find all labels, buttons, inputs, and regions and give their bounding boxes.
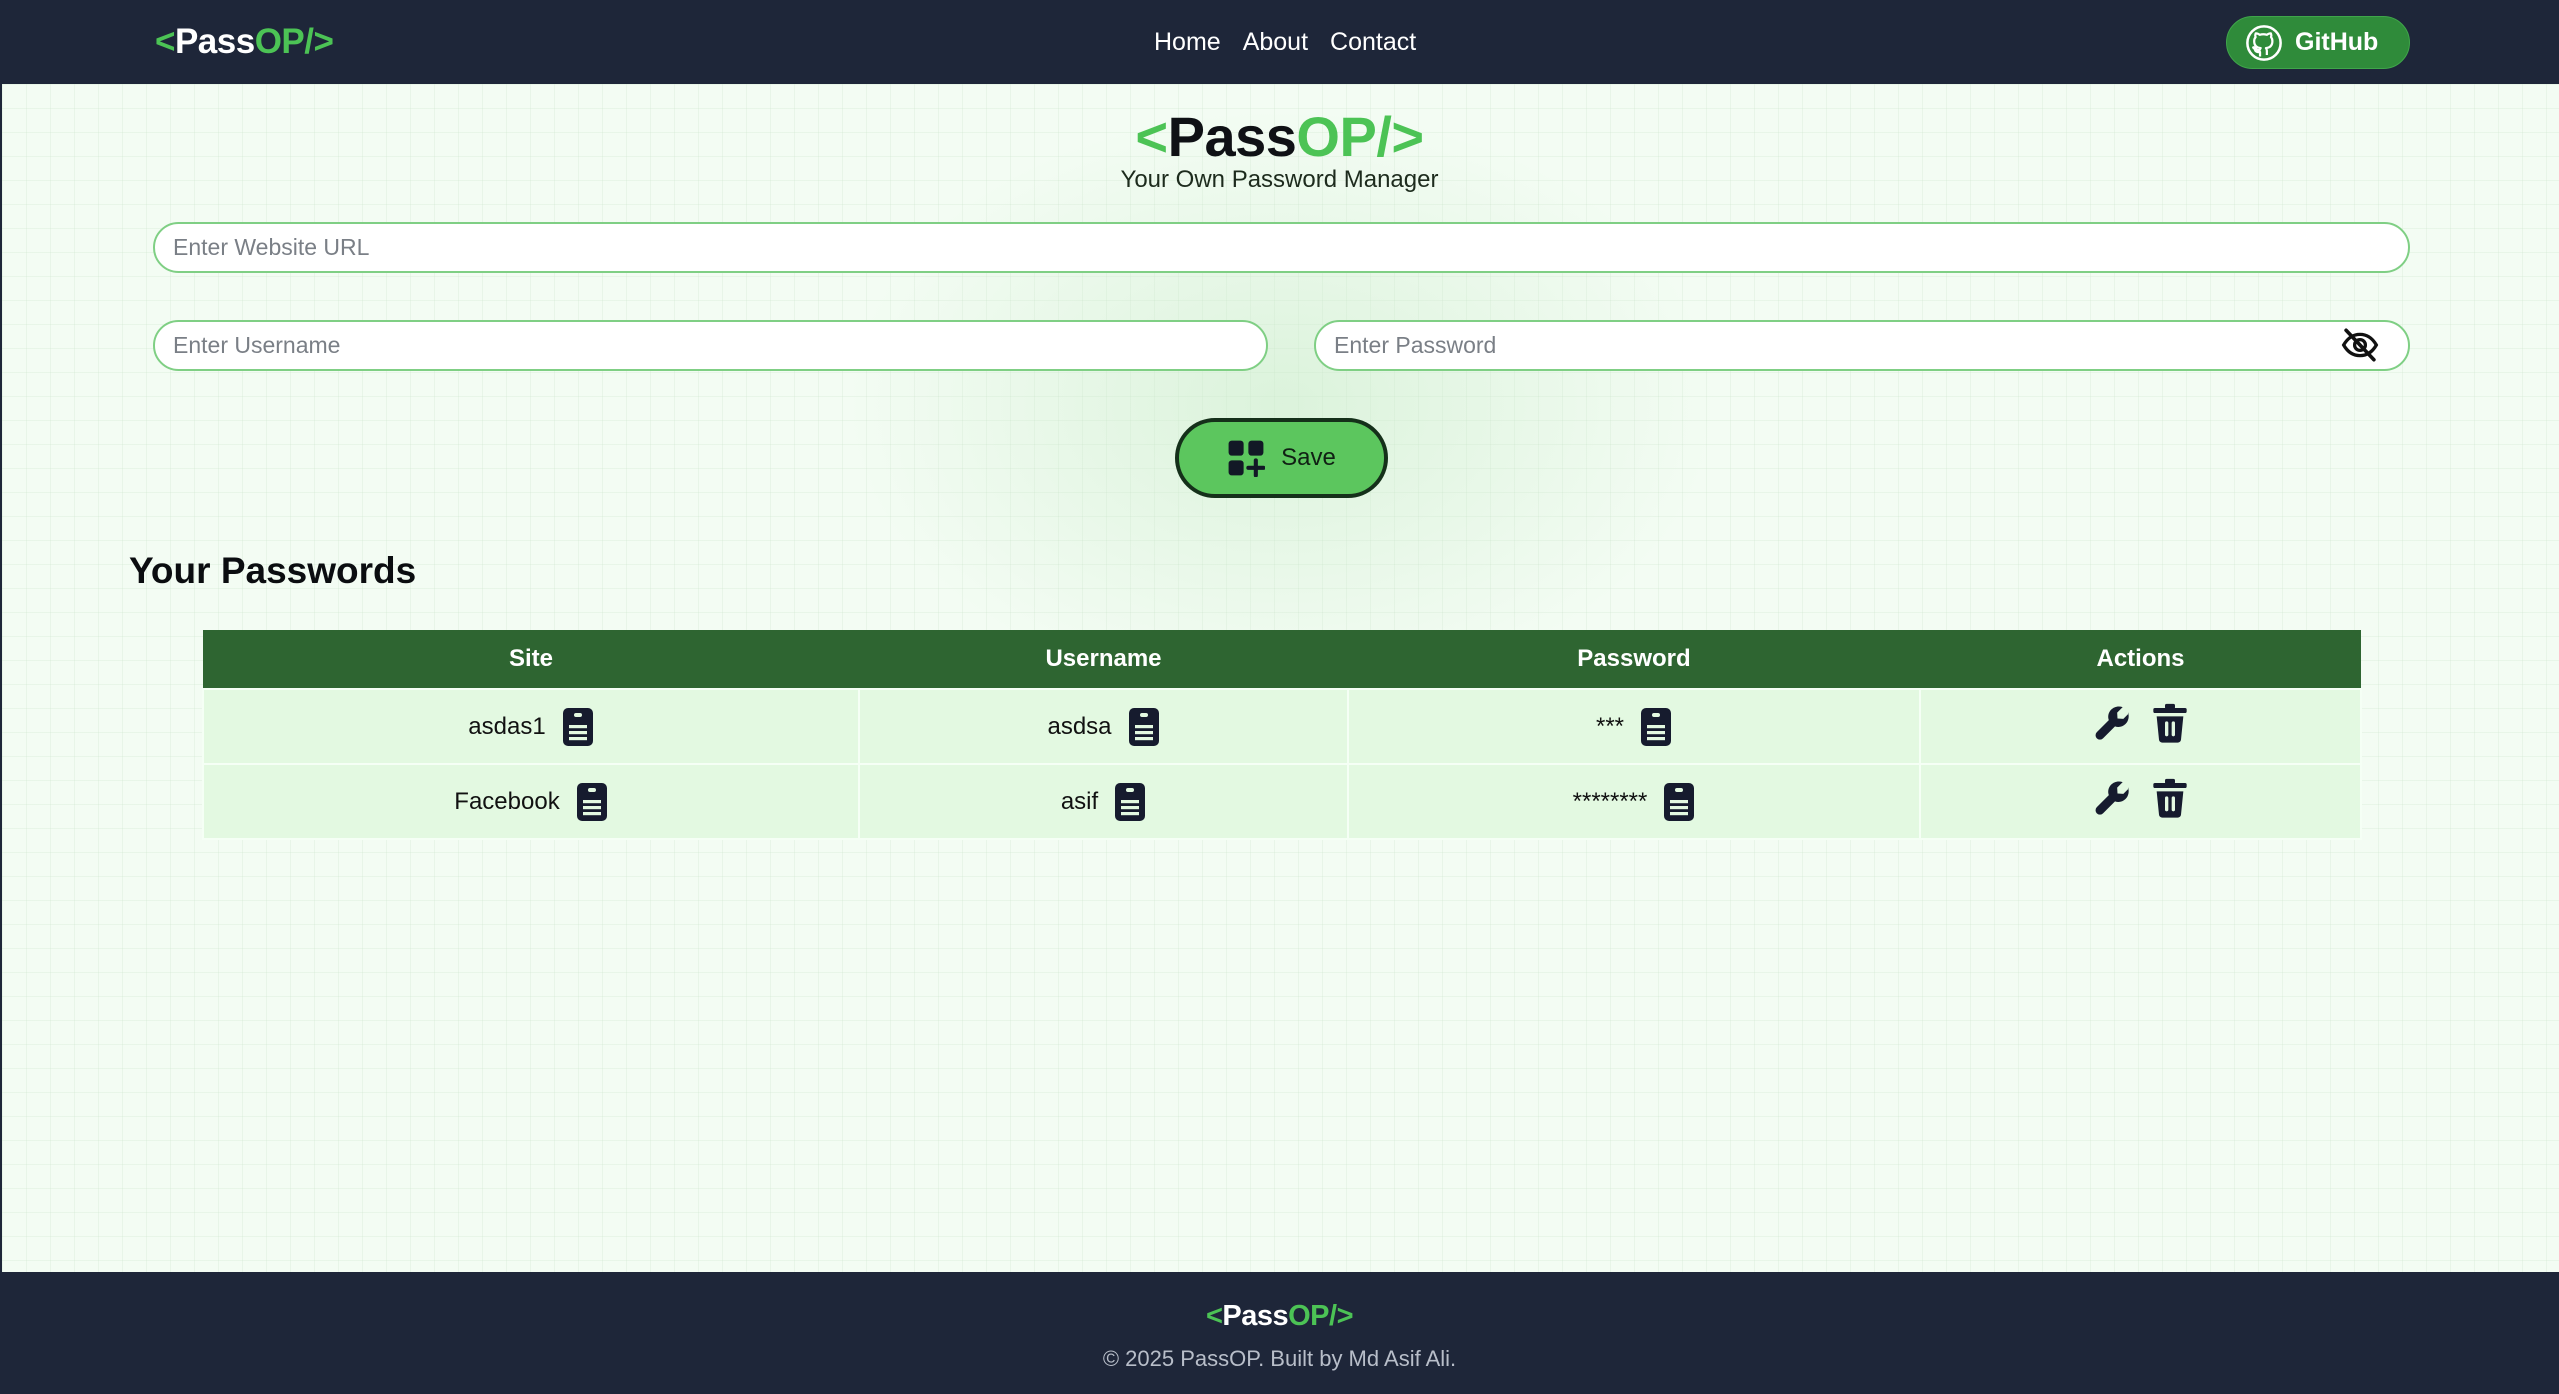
save-label: Save [1281,444,1336,471]
footer-logo-op: OP/ [1288,1300,1337,1332]
copy-icon[interactable] [1663,782,1695,822]
nav-link-home[interactable]: Home [1154,28,1221,57]
logo-bracket-open: < [155,22,175,61]
copy-icon[interactable] [1640,707,1672,747]
navbar: <PassOP/> Home About Contact GitHub [0,0,2559,84]
site-cell: asdas1 [202,688,860,765]
delete-trash-icon[interactable] [2151,778,2189,818]
table-row: Facebook asif ******** [202,763,2362,840]
password-cell: *** [1347,688,1921,765]
footer-logo-pass: Pass [1222,1300,1289,1332]
copy-icon[interactable] [1128,707,1160,747]
password-value: *** [1595,712,1625,740]
hero-logo-bracket-close: > [1391,105,1424,168]
footer: <PassOP/> © 2025 PassOP. Built by Md Asi… [0,1272,2559,1394]
nav-links: Home About Contact [1154,28,1416,57]
nav-link-contact[interactable]: Contact [1330,28,1416,57]
add-grid-icon [1227,439,1266,478]
hero-logo-pass: Pass [1167,105,1297,168]
hero-logo-bracket-open: < [1135,105,1168,168]
delete-trash-icon[interactable] [2151,703,2189,743]
username-cell: asdsa [858,688,1349,765]
nav-link-about[interactable]: About [1243,28,1308,57]
username-cell: asif [858,763,1349,840]
hero-logo: <PassOP/> [0,104,2559,169]
password-value: ******** [1572,787,1648,815]
footer-copyright: © 2025 PassOP. Built by Md Asif Ali. [1102,1346,1457,1371]
passwords-table: Site Username Password Actions asdas1 as… [202,630,2362,840]
logo-pass: Pass [174,22,255,61]
username-value: asdsa [1047,712,1112,740]
hero-subtitle: Your Own Password Manager [1120,166,1439,193]
logo-bracket-close: > [313,22,334,61]
save-button[interactable]: Save [1175,418,1388,498]
website-url-input[interactable] [153,222,2410,273]
username-value: asif [1060,787,1099,815]
logo-op: OP/ [254,22,314,61]
copy-icon[interactable] [1114,782,1146,822]
password-input[interactable] [1314,320,2410,371]
github-button[interactable]: GitHub [2226,16,2410,69]
password-cell: ******** [1347,763,1921,840]
table-row: asdas1 asdsa *** [202,688,2362,765]
footer-logo-bracket-close: > [1336,1300,1354,1332]
column-header-site: Site [203,630,859,689]
nav-logo[interactable]: <PassOP/> [155,22,334,62]
passwords-section-title: Your Passwords [129,550,417,591]
edit-wrench-icon[interactable] [2093,778,2133,818]
site-value[interactable]: asdas1 [468,713,545,741]
column-header-password: Password [1348,630,1920,689]
github-icon [2245,24,2283,62]
copy-icon[interactable] [576,782,608,822]
username-input[interactable] [153,320,1268,371]
site-cell: Facebook [202,763,860,840]
table-header-row: Site Username Password Actions [203,630,2361,689]
column-header-username: Username [859,630,1348,689]
copy-icon[interactable] [562,707,594,747]
github-label: GitHub [2295,28,2379,56]
footer-logo: <PassOP/> [0,1300,2559,1333]
hero-logo-op: OP/ [1296,105,1392,168]
eye-off-icon[interactable] [2340,327,2380,363]
footer-logo-bracket-open: < [1205,1300,1223,1332]
actions-cell [1919,763,2362,840]
actions-cell [1919,688,2362,765]
column-header-actions: Actions [1920,630,2361,689]
site-value[interactable]: Facebook [454,788,559,816]
edit-wrench-icon[interactable] [2093,703,2133,743]
